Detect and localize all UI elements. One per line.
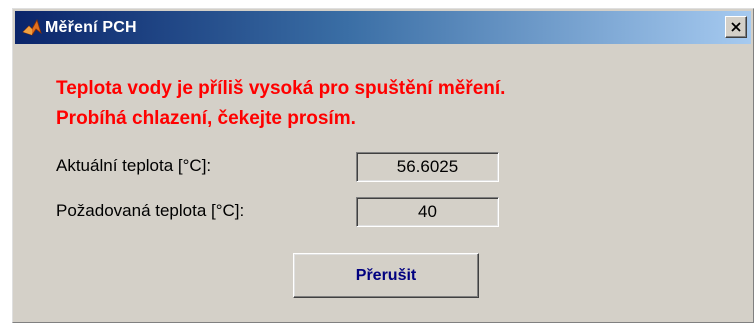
- close-button[interactable]: [725, 16, 747, 38]
- close-icon: [731, 22, 741, 32]
- title-bar[interactable]: Měření PCH: [15, 11, 751, 44]
- target-temperature-field: 40: [356, 197, 499, 227]
- dialog-window: Měření PCH Teplota vody je příliš vysoká…: [12, 8, 754, 323]
- abort-button[interactable]: Přerušit: [293, 253, 479, 298]
- warning-message-line-2: Probíhá chlazení, čekejte prosím.: [56, 108, 356, 129]
- warning-message-line-1: Teplota vody je příliš vysoká pro spuště…: [56, 78, 506, 99]
- window-title: Měření PCH: [45, 19, 137, 36]
- current-temperature-field: 56.6025: [356, 152, 499, 182]
- matlab-logo-icon: [22, 18, 42, 36]
- current-temperature-label: Aktuální teplota [°C]:: [56, 156, 212, 175]
- target-temperature-label: Požadovaná teplota [°C]:: [56, 201, 245, 220]
